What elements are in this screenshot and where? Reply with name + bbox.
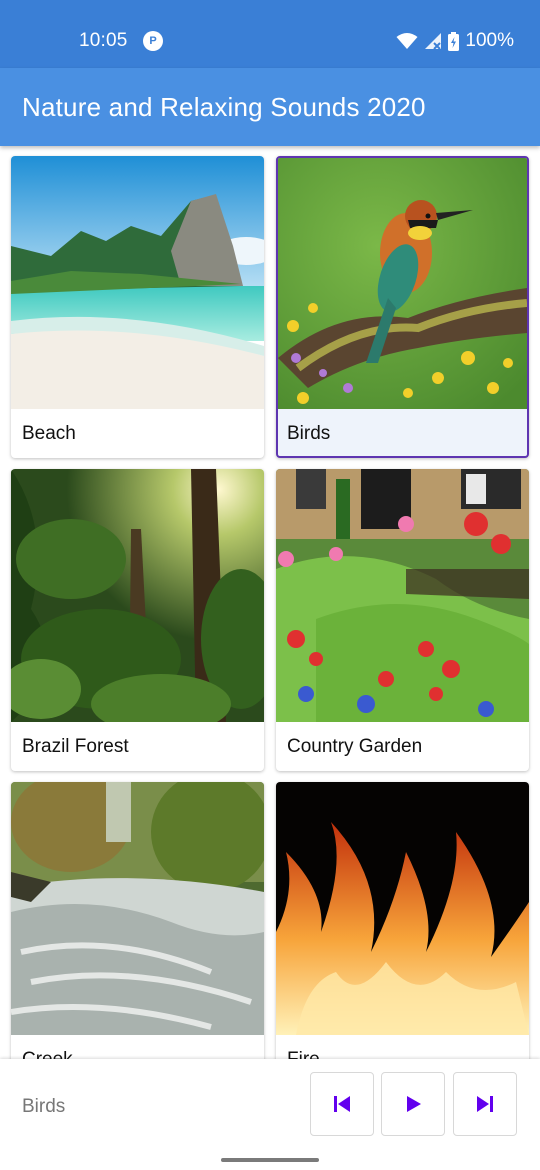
sound-card-fire[interactable]: Fire [276, 782, 529, 1059]
app-title: Nature and Relaxing Sounds 2020 [22, 92, 426, 122]
play-icon [407, 1096, 421, 1112]
sound-grid[interactable]: Beach Birds Brazil Forest Country Garden [0, 146, 540, 1059]
skip-next-button[interactable] [453, 1072, 517, 1136]
beach-image [11, 156, 264, 409]
sound-card-creek[interactable]: Creek [11, 782, 264, 1059]
sound-card-brazil-forest[interactable]: Brazil Forest [11, 469, 264, 771]
app-bar: Nature and Relaxing Sounds 2020 [0, 68, 540, 146]
gesture-nav-handle[interactable] [221, 1158, 319, 1162]
sound-card-label: Birds [287, 423, 331, 444]
sound-card-label: Beach [22, 423, 76, 444]
battery-percentage: 100% [465, 30, 514, 51]
sound-card-birds[interactable]: Birds [276, 156, 529, 458]
country-garden-image [276, 469, 529, 722]
creek-image [11, 782, 264, 1035]
battery-icon [448, 31, 460, 51]
status-bar: 10:05 P 100% [0, 0, 540, 68]
notification-app-icon: P [143, 31, 163, 51]
brazil-forest-image [11, 469, 264, 722]
cellular-icon [425, 33, 442, 50]
wifi-icon [396, 33, 418, 49]
player-bar: Birds [0, 1059, 540, 1170]
sound-card-label: Fire [287, 1049, 320, 1059]
fire-image [276, 782, 529, 1035]
play-button[interactable] [381, 1072, 445, 1136]
status-time: 10:05 [79, 30, 128, 51]
sound-card-beach[interactable]: Beach [11, 156, 264, 458]
skip-next-icon [477, 1096, 493, 1112]
skip-previous-button[interactable] [310, 1072, 374, 1136]
now-playing-label: Birds [22, 1096, 66, 1117]
sound-card-label: Creek [22, 1049, 73, 1059]
status-icons: 100% [396, 30, 514, 52]
sound-card-country-garden[interactable]: Country Garden [276, 469, 529, 771]
skip-previous-icon [334, 1096, 350, 1112]
birds-image [278, 158, 527, 409]
sound-card-label: Brazil Forest [22, 736, 129, 757]
sound-card-label: Country Garden [287, 736, 423, 757]
